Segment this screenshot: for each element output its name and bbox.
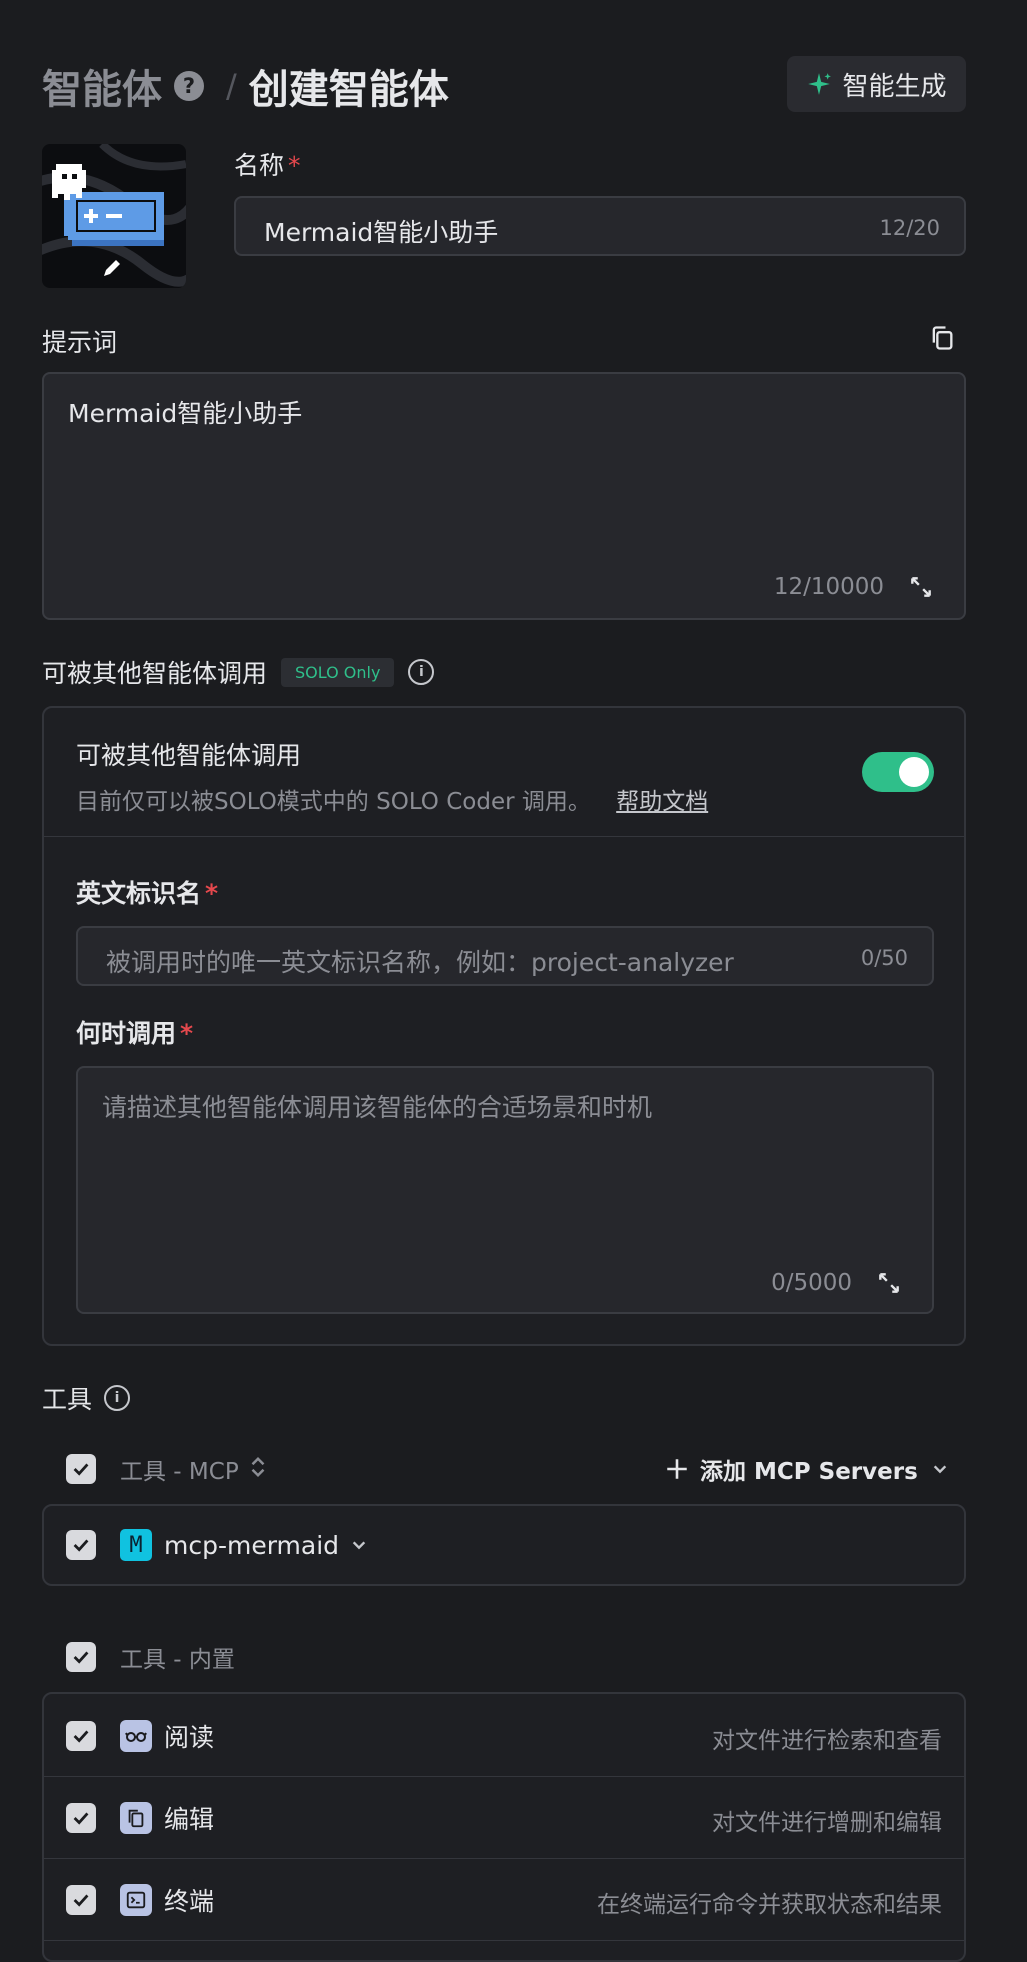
copy-icon[interactable] — [928, 324, 956, 356]
mcp-group-checkbox[interactable] — [66, 1454, 96, 1484]
prompt-label: 提示词 — [42, 328, 118, 357]
builtin-list: 阅读 对文件进行检索和查看 编辑 对文件进行增删和编辑 终端 在终端运行命令并获… — [42, 1692, 966, 1962]
prompt-value: Mermaid智能小助手 — [68, 399, 303, 428]
tool-desc: 对文件进行增删和编辑 — [712, 1810, 942, 1836]
page-title: 创建智能体 — [248, 67, 449, 113]
id-input-placeholder: 被调用时的唯一英文标识名称，例如：project-analyzer — [106, 948, 734, 977]
builtin-group-checkbox[interactable] — [66, 1642, 96, 1672]
when-label: 何时调用 * — [76, 1019, 194, 1048]
glasses-icon — [120, 1720, 152, 1752]
terminal-icon — [120, 1884, 152, 1916]
callable-card: 可被其他智能体调用 目前仅可以被SOLO模式中的 SOLO Coder 调用。 … — [42, 706, 966, 1346]
mermaid-m-icon: M — [120, 1529, 152, 1561]
list-item[interactable]: 阅读 对文件进行检索和查看 — [44, 1694, 964, 1776]
callable-card-desc: 目前仅可以被SOLO模式中的 SOLO Coder 调用。 帮助文档 — [76, 789, 709, 815]
tool-desc: 对文件进行检索和查看 — [712, 1728, 942, 1754]
card-divider — [44, 836, 964, 837]
sparkle-icon — [808, 73, 832, 95]
builtin-group-label: 工具 - 内置 — [120, 1647, 235, 1673]
callable-card-title: 可被其他智能体调用 — [76, 741, 302, 770]
mcp-item-checkbox[interactable] — [66, 1530, 96, 1560]
tool-name: 阅读 — [164, 1723, 215, 1752]
add-mcp-label: 添加 MCP Servers — [700, 1459, 918, 1485]
when-placeholder: 请描述其他智能体调用该智能体的合适场景和时机 — [102, 1093, 653, 1122]
prompt-textarea[interactable]: Mermaid智能小助手 12/10000 — [42, 372, 966, 620]
help-doc-link[interactable]: 帮助文档 — [616, 789, 708, 815]
breadcrumb-root[interactable]: 智能体 — [42, 57, 162, 115]
required-mark: * — [180, 1019, 194, 1048]
required-mark: * — [288, 151, 301, 180]
solo-only-badge: SOLO Only — [281, 657, 395, 687]
expand-icon[interactable] — [876, 1270, 902, 1300]
plus-icon — [667, 1459, 687, 1479]
callable-section-title: 可被其他智能体调用 — [42, 659, 268, 688]
list-item[interactable]: 编辑 对文件进行增删和编辑 — [44, 1776, 964, 1859]
tool-checkbox[interactable] — [66, 1721, 96, 1751]
name-input[interactable]: Mermaid智能小助手 12/20 — [234, 196, 966, 256]
name-input-value: Mermaid智能小助手 — [264, 218, 499, 247]
tools-section-title: 工具 — [42, 1385, 93, 1414]
toggle-knob — [899, 757, 929, 787]
name-label: 名称 * — [234, 151, 301, 180]
mcp-item-row[interactable]: M mcp-mermaid — [66, 1528, 367, 1562]
mcp-group-header: 工具 - MCP — [66, 1452, 267, 1486]
when-textarea[interactable]: 请描述其他智能体调用该智能体的合适场景和时机 0/5000 — [76, 1066, 934, 1314]
list-item[interactable]: 终端 在终端运行命令并获取状态和结果 — [44, 1858, 964, 1941]
builtin-group-header: 工具 - 内置 — [66, 1640, 235, 1674]
add-mcp-button[interactable]: 添加 MCP Servers — [664, 1452, 948, 1486]
mcp-item-name: mcp-mermaid — [164, 1530, 340, 1560]
breadcrumb-separator: / — [226, 67, 237, 105]
copy-file-icon — [120, 1802, 152, 1834]
callable-section-header: 可被其他智能体调用 SOLO Only i — [42, 654, 435, 690]
required-mark: * — [205, 879, 219, 908]
tool-name: 终端 — [164, 1887, 215, 1916]
tool-desc: 在终端运行命令并获取状态和结果 — [597, 1892, 942, 1918]
callable-toggle[interactable] — [862, 752, 934, 792]
breadcrumb: 智能体 ? / 创建智能体 — [42, 58, 449, 114]
tool-checkbox[interactable] — [66, 1885, 96, 1915]
tool-name: 编辑 — [164, 1805, 215, 1834]
edit-pencil-icon[interactable] — [100, 256, 124, 284]
chevron-down-icon — [933, 1465, 946, 1474]
info-icon[interactable]: i — [104, 1385, 131, 1411]
info-icon[interactable]: i — [408, 659, 435, 685]
tool-checkbox[interactable] — [66, 1803, 96, 1833]
name-counter: 12/20 — [879, 216, 940, 240]
smart-generate-button[interactable]: 智能生成 — [787, 56, 966, 112]
list-divider — [44, 1940, 964, 1941]
prompt-counter: 12/10000 — [773, 574, 884, 600]
id-counter: 0/50 — [860, 946, 908, 970]
when-counter: 0/5000 — [771, 1270, 852, 1296]
avatar[interactable] — [42, 144, 186, 288]
expand-icon[interactable] — [908, 574, 934, 604]
mcp-list: M mcp-mermaid — [42, 1504, 966, 1586]
mcp-group-label: 工具 - MCP — [120, 1459, 239, 1485]
sort-icon[interactable] — [249, 1456, 267, 1482]
help-circle-icon[interactable]: ? — [174, 71, 204, 101]
chevron-down-icon[interactable] — [351, 1537, 367, 1553]
smart-generate-label: 智能生成 — [842, 71, 947, 102]
id-input[interactable]: 被调用时的唯一英文标识名称，例如：project-analyzer 0/50 — [76, 926, 934, 986]
id-label: 英文标识名 * — [76, 879, 219, 908]
tools-section-header: 工具 i — [42, 1380, 131, 1416]
